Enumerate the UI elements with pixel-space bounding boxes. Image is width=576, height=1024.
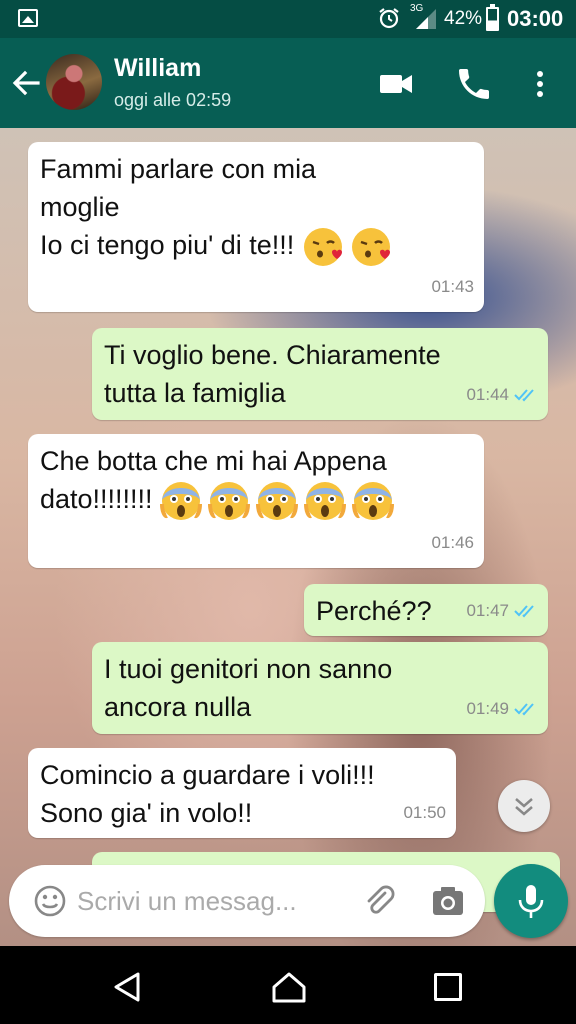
signal-icon	[416, 9, 436, 29]
video-call-icon[interactable]	[376, 66, 416, 102]
clock: 03:00	[507, 6, 564, 31]
contact-name[interactable]: William	[114, 54, 201, 83]
message-meta: 01:43	[431, 268, 474, 306]
chat-area[interactable]: Fammi parlare con mia moglie Io ci tengo…	[0, 128, 576, 946]
last-seen: oggi alle 02:59	[114, 90, 232, 110]
message-bubble[interactable]: Che botta che mi hai Appena dato!!!!!!!!…	[28, 434, 484, 568]
phone-icon[interactable]	[454, 64, 494, 104]
message-bubble[interactable]: Ti voglio bene. Chiaramente tutta la fam…	[92, 328, 548, 420]
alarm-icon	[379, 8, 399, 29]
message-input[interactable]	[77, 881, 337, 921]
mic-button[interactable]	[494, 864, 568, 938]
message-meta: 01:44	[466, 376, 538, 414]
microphone-icon	[518, 885, 544, 918]
message-bubble[interactable]: Fammi parlare con mia moglie Io ci tengo…	[28, 142, 484, 312]
emoji-icon[interactable]	[33, 884, 67, 918]
back-arrow-icon[interactable]	[6, 63, 46, 103]
message-bubble[interactable]: Comincio a guardare i voli!!! Sono gia' …	[28, 748, 456, 838]
image-notification-icon	[18, 9, 38, 27]
chat-header: William oggi alle 02:59	[0, 38, 576, 128]
double-check-icon	[514, 605, 534, 618]
message-composer	[9, 865, 485, 937]
nav-home-icon[interactable]	[270, 970, 308, 1004]
message-time: 01:46	[431, 533, 474, 552]
scream-emoji-icon	[352, 482, 395, 520]
message-meta: 01:46	[431, 524, 474, 562]
avatar[interactable]	[46, 54, 102, 110]
kissing-heart-emoji-icon	[351, 228, 390, 266]
camera-icon[interactable]	[431, 885, 465, 917]
nav-back-icon[interactable]	[110, 970, 144, 1004]
nav-recents-icon[interactable]	[434, 973, 462, 1001]
message-time: 01:44	[466, 385, 509, 404]
message-time: 01:43	[431, 277, 474, 296]
scroll-to-bottom-button[interactable]	[498, 780, 550, 832]
message-text: Fammi parlare con mia moglie Io ci tengo…	[40, 150, 472, 268]
message-meta: 01:49	[466, 690, 538, 728]
message-meta: 01:50	[403, 794, 446, 832]
more-vert-icon[interactable]	[528, 64, 552, 104]
message-text: Comincio a guardare i voli!!! Sono gia' …	[40, 760, 375, 828]
double-check-icon	[514, 389, 534, 402]
scream-emoji-icon	[304, 482, 347, 520]
message-time: 01:49	[466, 699, 509, 718]
paperclip-icon[interactable]	[361, 883, 397, 919]
battery-icon	[486, 4, 499, 31]
double-chevron-down-icon	[515, 798, 533, 816]
scream-emoji-icon	[208, 482, 251, 520]
navigation-bar	[0, 946, 576, 1024]
battery-percent: 42%	[444, 8, 483, 29]
message-text: Che botta che mi hai Appena dato!!!!!!!!	[40, 442, 472, 522]
message-bubble[interactable]: Perché?? 01:47	[304, 584, 548, 636]
message-time: 01:47	[466, 601, 509, 620]
kissing-heart-emoji-icon	[303, 228, 342, 266]
message-bubble[interactable]: I tuoi genitori non sanno ancora nulla 0…	[92, 642, 548, 734]
message-meta: 01:47	[466, 592, 538, 630]
scream-emoji-icon	[160, 482, 203, 520]
message-time: 01:50	[403, 803, 446, 822]
double-check-icon	[514, 703, 534, 716]
status-bar: 3G 42% 03:00	[0, 0, 576, 38]
scream-emoji-icon	[256, 482, 299, 520]
